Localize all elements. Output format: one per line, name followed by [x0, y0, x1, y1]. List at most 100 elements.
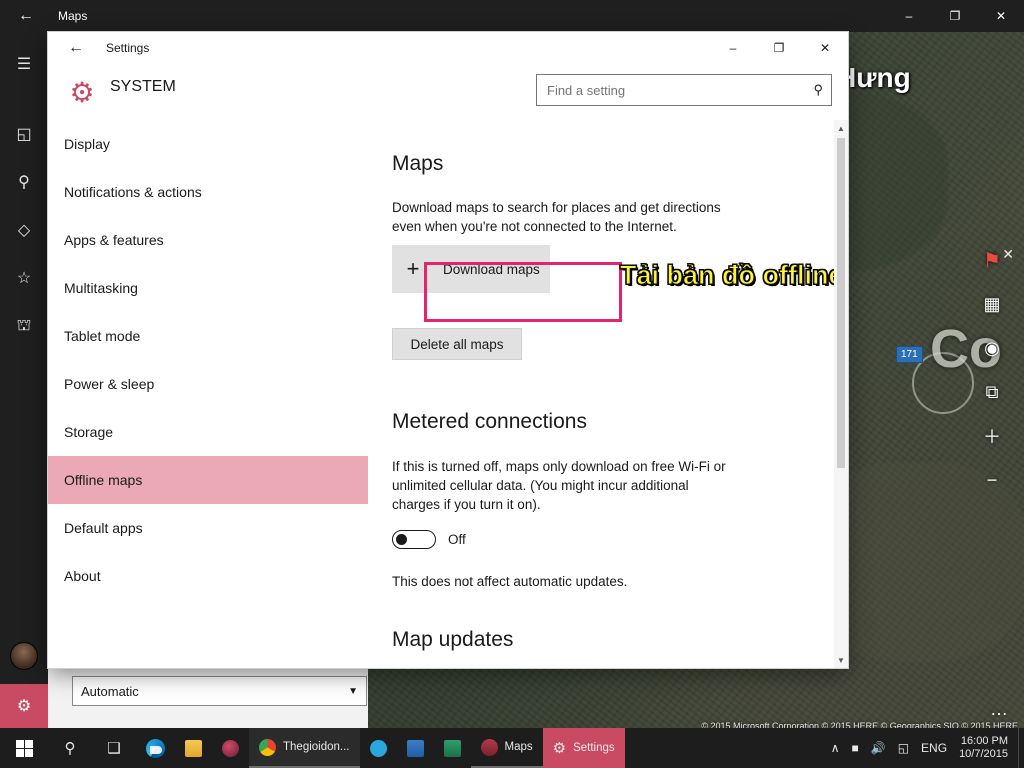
clock[interactable]: 16:00 PM 10/7/2015 — [953, 735, 1018, 761]
scroll-up-arrow-icon[interactable]: ▲ — [834, 120, 848, 136]
chevron-down-icon: ▼ — [348, 685, 358, 697]
map-controls: ⚑ ▦ ◉ ⧉ ＋ − — [968, 238, 1016, 502]
zoom-out-icon[interactable]: − — [970, 458, 1014, 502]
taskbar-maps[interactable]: Maps — [470, 728, 543, 768]
system-tray: ∧ ■ 🔊 ◱ ENG 16:00 PM 10/7/2015 — [825, 728, 1024, 768]
compass-pin-icon[interactable]: ⚑ — [970, 238, 1014, 282]
metered-toggle-row: Off — [392, 530, 466, 549]
chrome-icon — [259, 738, 276, 756]
locate-me-icon[interactable]: ◉ — [970, 326, 1014, 370]
page-title: Maps — [392, 152, 444, 175]
mail-icon — [443, 739, 461, 757]
settings-minimize-button[interactable]: – — [710, 32, 756, 64]
tray-chevron-up-icon[interactable]: ∧ — [825, 741, 846, 755]
scroll-down-arrow-icon[interactable]: ▼ — [834, 652, 848, 668]
download-maps-button[interactable]: + Download maps — [392, 245, 550, 293]
map-route-badge: 171 — [896, 346, 923, 363]
taskbar-skype[interactable] — [360, 728, 397, 768]
sidebar-item-multitasking[interactable]: Multitasking — [48, 264, 368, 312]
taskbar-word[interactable] — [397, 728, 434, 768]
taskbar: ⚲ ❑ Thegioidon... Maps ⚙ Settings ∧ ■ 🔊 … — [0, 728, 1024, 768]
metered-connections-toggle[interactable] — [392, 530, 436, 549]
settings-back-button[interactable]: ← — [56, 32, 96, 64]
maps-settings-icon[interactable]: ⚙ — [0, 684, 48, 728]
search-icon[interactable]: ⚲ — [813, 82, 823, 98]
taskbar-edge[interactable] — [136, 728, 175, 768]
taskbar-app-unknown[interactable] — [212, 728, 249, 768]
show-desktop-button[interactable] — [1018, 728, 1024, 768]
scrollbar-thumb[interactable] — [837, 138, 845, 468]
taskbar-file-explorer[interactable] — [175, 728, 212, 768]
three-d-cities-icon[interactable]: ⛫ — [0, 302, 48, 350]
settings-maximize-button[interactable]: ❐ — [756, 32, 802, 64]
plus-icon: + — [406, 256, 420, 281]
grid-icon[interactable]: ▦ — [970, 282, 1014, 326]
start-button[interactable] — [0, 728, 48, 768]
settings-body: Display Notifications & actions Apps & f… — [48, 120, 848, 668]
map-more-options-icon[interactable]: … — [990, 699, 1010, 720]
sidebar-item-about[interactable]: About — [48, 552, 368, 600]
layers-icon[interactable]: ⧉ — [970, 370, 1014, 414]
automatic-dropdown-value: Automatic — [81, 683, 139, 699]
metered-connections-heading: Metered connections — [392, 410, 587, 433]
automatic-dropdown[interactable]: Automatic ▼ — [72, 676, 367, 706]
toggle-knob — [396, 534, 407, 545]
settings-header: ⚙ SYSTEM ⚲ — [48, 64, 848, 120]
sidebar-item-default-apps[interactable]: Default apps — [48, 504, 368, 552]
tray-volume-icon[interactable]: 🔊 — [865, 741, 892, 755]
screen: ← Maps – ❐ ✕ Hưng Co 171 © 2015 Microsof… — [0, 0, 1024, 768]
map-updates-heading: Map updates — [392, 628, 514, 651]
settings-category-title: SYSTEM — [110, 78, 176, 95]
gear-icon: ⚙ — [552, 740, 567, 757]
sidebar-item-offline-maps[interactable]: Offline maps — [48, 456, 368, 504]
map-view-icon[interactable]: ◱ — [0, 110, 48, 158]
maps-window-title: Maps — [58, 9, 88, 23]
settings-close-button[interactable]: ✕ — [802, 32, 848, 64]
directions-icon[interactable]: ◇ — [0, 206, 48, 254]
settings-window: ← Settings – ❐ ✕ ⚙ SYSTEM ⚲ Display Noti… — [48, 32, 848, 668]
tray-network-icon[interactable]: ◱ — [892, 741, 915, 755]
delete-all-maps-button[interactable]: Delete all maps — [392, 328, 522, 360]
settings-main-pane: Maps Download maps to search for places … — [368, 120, 848, 668]
taskbar-chrome-label: Thegioidon... — [283, 741, 350, 753]
taskbar-search-icon[interactable]: ⚲ — [48, 728, 92, 768]
taskbar-task-view-icon[interactable]: ❑ — [92, 728, 136, 768]
folder-icon — [185, 739, 202, 757]
taskbar-settings-label: Settings — [573, 742, 615, 754]
sidebar-item-apps-features[interactable]: Apps & features — [48, 216, 368, 264]
avatar-image — [10, 642, 38, 670]
search-input[interactable] — [545, 81, 810, 99]
maps-minimize-button[interactable]: – — [886, 0, 932, 32]
taskbar-chrome-thegioidon[interactable]: Thegioidon... — [249, 728, 360, 768]
sidebar-item-storage[interactable]: Storage — [48, 408, 368, 456]
avatar[interactable] — [0, 632, 48, 680]
maps-back-button[interactable]: ← — [4, 0, 48, 32]
sidebar-item-display[interactable]: Display — [48, 120, 368, 168]
settings-scrollbar[interactable]: ▲ ▼ — [834, 120, 848, 668]
tray-battery-icon[interactable]: ■ — [846, 741, 865, 755]
favorites-icon[interactable]: ☆ — [0, 254, 48, 302]
search-icon[interactable]: ⚲ — [0, 158, 48, 206]
search-input-wrapper[interactable]: ⚲ — [536, 74, 832, 106]
hamburger-menu-icon[interactable]: ☰ — [0, 40, 48, 88]
zoom-in-icon[interactable]: ＋ — [970, 414, 1014, 458]
auto-updates-note: This does not affect automatic updates. — [392, 574, 628, 589]
settings-window-title: Settings — [106, 41, 150, 55]
maps-icon — [480, 738, 498, 756]
maps-titlebar: ← Maps – ❐ ✕ — [0, 0, 1024, 32]
windows-logo-icon — [15, 739, 33, 757]
sidebar-item-notifications[interactable]: Notifications & actions — [48, 168, 368, 216]
tray-language-indicator[interactable]: ENG — [915, 741, 953, 755]
maps-close-button[interactable]: ✕ — [978, 0, 1024, 32]
settings-sidebar: Display Notifications & actions Apps & f… — [48, 120, 368, 668]
sidebar-item-power-sleep[interactable]: Power & sleep — [48, 360, 368, 408]
clock-date: 10/7/2015 — [959, 748, 1008, 760]
taskbar-mail[interactable] — [434, 728, 471, 768]
settings-titlebar: ← Settings – ❐ ✕ — [48, 32, 848, 64]
taskbar-settings[interactable]: ⚙ Settings — [542, 728, 625, 768]
maps-maximize-button[interactable]: ❐ — [932, 0, 978, 32]
sidebar-item-tablet-mode[interactable]: Tablet mode — [48, 312, 368, 360]
word-icon — [406, 739, 424, 757]
skype-icon — [369, 739, 387, 757]
download-maps-label: Download maps — [443, 261, 540, 277]
